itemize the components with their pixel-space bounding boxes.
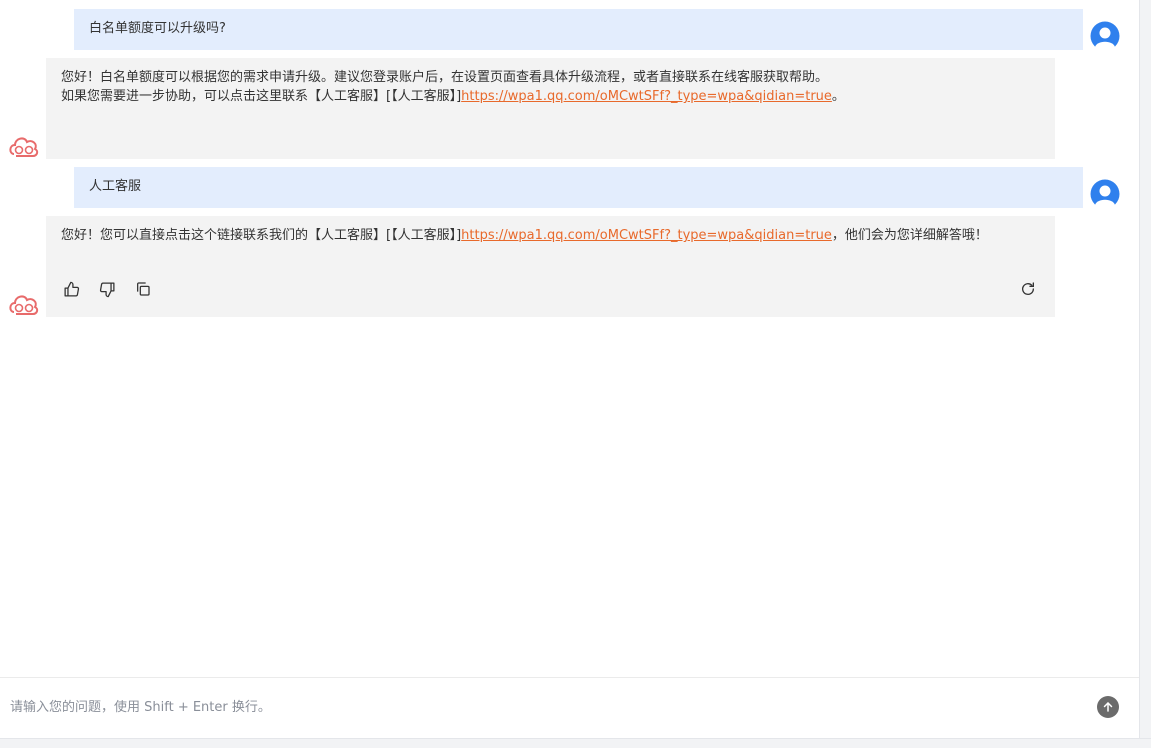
- assistant-message: 您好！白名单额度可以根据您的需求申请升级。建议您登录账户后，在设置页面查看具体升…: [46, 58, 1055, 159]
- thumbs-down-button[interactable]: [97, 279, 117, 299]
- chat-input-bar: [0, 677, 1140, 738]
- copy-icon: [137, 282, 150, 296]
- assistant-message-text: 如果您需要进一步协助，可以点击这里联系【人工客服】[【人工客服】]: [61, 89, 462, 104]
- message-actions: [61, 279, 153, 299]
- assistant-message: 您好！您可以直接点击这个链接联系我们的【人工客服】[【人工客服】]https:/…: [46, 216, 1055, 317]
- chat-window: 白名单额度可以升级吗? 您好！白名单额度可以根据您的需求申请升级。建议您登录账户…: [0, 0, 1141, 738]
- user-avatar-icon: [1090, 179, 1120, 209]
- assistant-message-line: 您好！您可以直接点击这个链接联系我们的【人工客服】[【人工客服】]https:/…: [61, 226, 1026, 245]
- refresh-icon: [1022, 282, 1034, 295]
- send-button[interactable]: [1097, 696, 1119, 718]
- arrow-up-icon: [1103, 702, 1113, 712]
- customer-service-link[interactable]: https://wpa1.qq.com/oMCwtSFf?_type=wpa&q…: [461, 228, 832, 243]
- user-message-text: 白名单额度可以升级吗?: [89, 21, 226, 36]
- window-edge: [0, 738, 1151, 748]
- bot-logo-icon: [9, 295, 39, 315]
- thumbs-up-icon: [63, 281, 79, 297]
- user-message: 白名单额度可以升级吗?: [74, 9, 1083, 50]
- user-message: 人工客服: [74, 167, 1083, 208]
- regenerate-button[interactable]: [1018, 279, 1038, 299]
- window-edge: [1139, 0, 1151, 748]
- bot-logo-icon: [9, 137, 39, 157]
- assistant-message-line: 如果您需要进一步协助，可以点击这里联系【人工客服】[【人工客服】]https:/…: [61, 87, 1040, 106]
- assistant-message-text: 。: [831, 89, 845, 104]
- thumbs-up-button[interactable]: [61, 279, 81, 299]
- user-message-text: 人工客服: [89, 179, 142, 194]
- thumbs-down-icon: [99, 281, 115, 297]
- chat-input[interactable]: [10, 697, 1070, 717]
- user-avatar-icon: [1090, 21, 1120, 51]
- assistant-message-text: 您好！您可以直接点击这个链接联系我们的【人工客服】[【人工客服】]: [61, 228, 462, 243]
- customer-service-link[interactable]: https://wpa1.qq.com/oMCwtSFf?_type=wpa&q…: [461, 89, 832, 104]
- assistant-message-text: ，他们会为您详细解答哦！: [831, 228, 988, 243]
- copy-button[interactable]: [133, 279, 153, 299]
- assistant-message-line: 您好！白名单额度可以根据您的需求申请升级。建议您登录账户后，在设置页面查看具体升…: [61, 70, 829, 85]
